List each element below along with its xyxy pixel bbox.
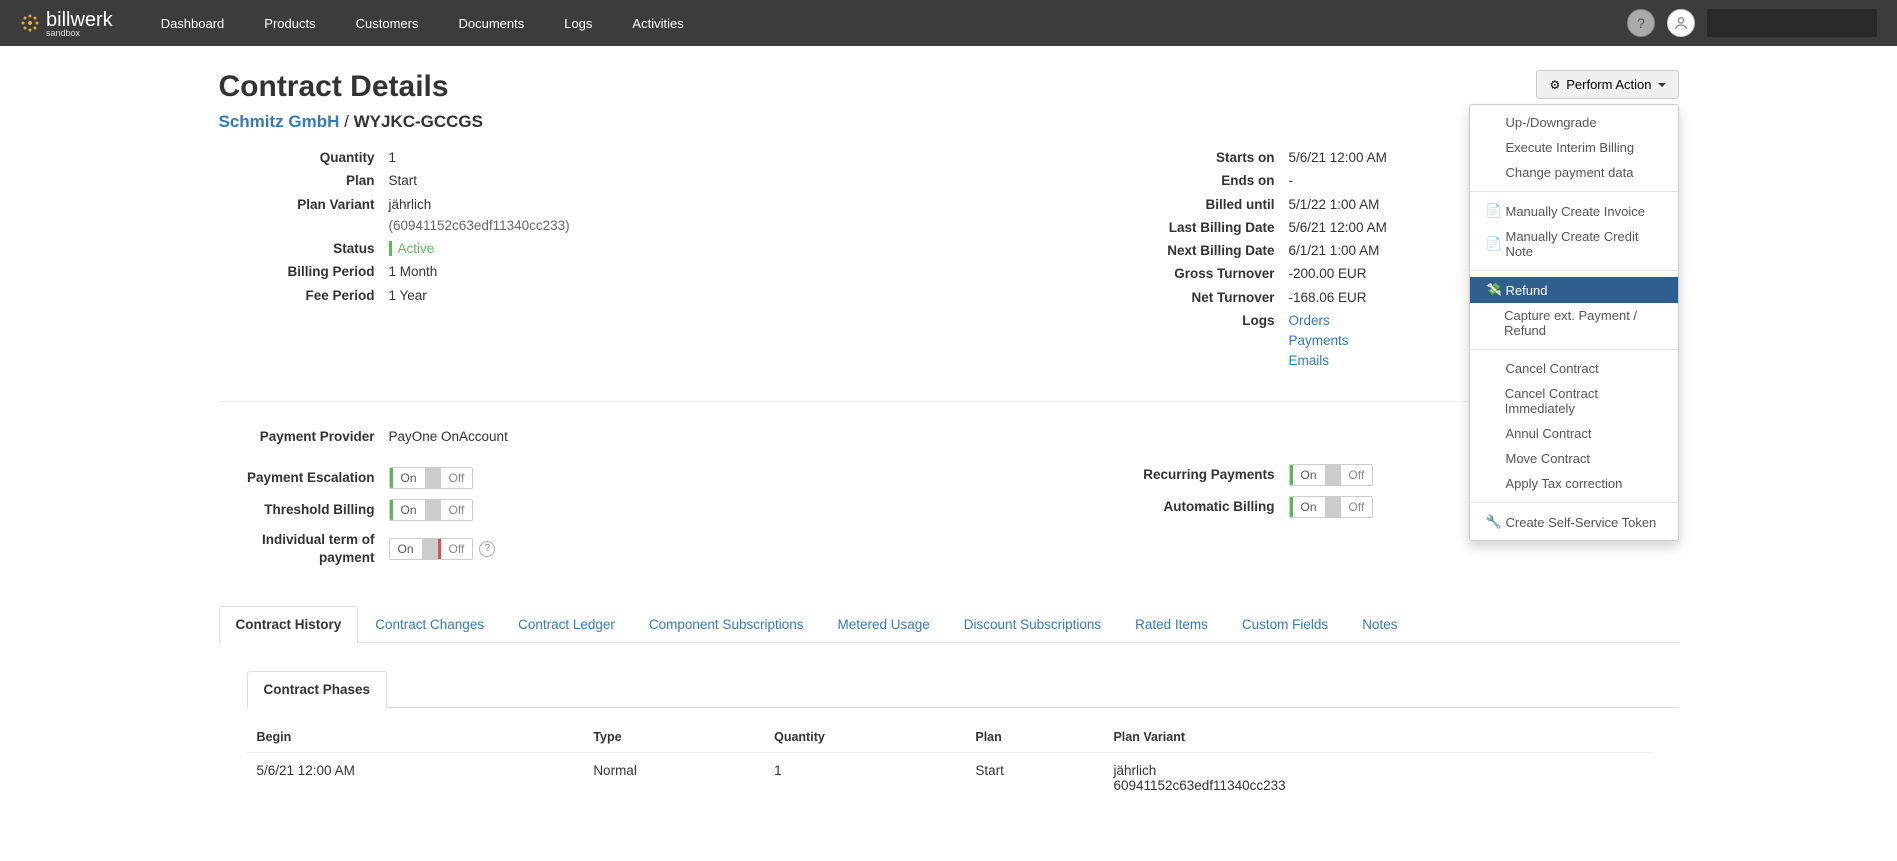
details-left: Quantity1 PlanStart Plan Variantjährlich…: [219, 148, 779, 375]
breadcrumb: Schmitz GmbH / WYJKC-GCCGS: [219, 112, 1679, 132]
action-tax[interactable]: Apply Tax correction: [1470, 471, 1678, 496]
perform-action-wrap: ⚙ Perform Action Up-/Downgrade Execute I…: [1536, 70, 1678, 99]
perform-action-button[interactable]: ⚙ Perform Action: [1536, 70, 1678, 99]
toggle-automatic-billing[interactable]: OnOff: [1289, 496, 1374, 518]
value-billing-period: 1 Month: [389, 262, 779, 282]
dropdown-divider: [1470, 502, 1678, 503]
help-icon[interactable]: ?: [1627, 9, 1655, 37]
contract-code: WYJKC-GCCGS: [354, 112, 483, 131]
action-cancel[interactable]: Cancel Contract: [1470, 356, 1678, 381]
value-variant: jährlich(60941152c63edf11340cc233): [389, 195, 779, 237]
col-plan: Plan: [965, 722, 1103, 753]
nav-right: ?: [1627, 9, 1877, 37]
perform-action-label: Perform Action: [1566, 77, 1651, 92]
logo-icon: [20, 13, 40, 33]
cell-variant: jährlich 60941152c63edf11340cc233: [1103, 753, 1650, 804]
col-quantity: Quantity: [764, 722, 965, 753]
action-create-invoice[interactable]: 📄Manually Create Invoice: [1470, 198, 1678, 224]
refund-icon: 💸: [1486, 282, 1498, 298]
value-quantity: 1: [389, 148, 779, 168]
action-cancel-immediately[interactable]: Cancel Contract Immediately: [1470, 381, 1678, 421]
subtab-contract-phases[interactable]: Contract Phases: [247, 671, 388, 708]
toggle-individual-term[interactable]: OnOff: [389, 538, 474, 560]
col-type: Type: [583, 722, 764, 753]
dropdown-divider: [1470, 349, 1678, 350]
phases-table: Begin Type Quantity Plan Plan Variant 5/…: [247, 722, 1651, 803]
cell-variant-id: 60941152c63edf11340cc233: [1113, 778, 1285, 793]
brand-sub: sandbox: [46, 28, 113, 38]
tabs: Contract History Contract Changes Contra…: [219, 606, 1679, 643]
file-icon: 📄: [1486, 203, 1498, 219]
action-updowngrade[interactable]: Up-/Downgrade: [1470, 110, 1678, 135]
logs-orders-link[interactable]: Orders: [1289, 313, 1330, 328]
value-variant-id: (60941152c63edf11340cc233): [389, 216, 779, 236]
col-variant: Plan Variant: [1103, 722, 1650, 753]
nav-dashboard[interactable]: Dashboard: [143, 2, 243, 45]
tab-discount-subscriptions[interactable]: Discount Subscriptions: [947, 606, 1118, 643]
toggle-payment-escalation[interactable]: OnOff: [389, 467, 474, 489]
nav-products[interactable]: Products: [246, 2, 333, 45]
action-change-payment[interactable]: Change payment data: [1470, 160, 1678, 185]
nav-activities[interactable]: Activities: [614, 2, 701, 45]
tab-contract-ledger[interactable]: Contract Ledger: [501, 606, 632, 643]
action-annul[interactable]: Annul Contract: [1470, 421, 1678, 446]
value-payment-provider: PayOne OnAccount: [389, 429, 508, 444]
tab-custom-fields[interactable]: Custom Fields: [1225, 606, 1345, 643]
avatar-icon[interactable]: [1667, 9, 1695, 37]
dropdown-divider: [1470, 270, 1678, 271]
tab-notes[interactable]: Notes: [1345, 606, 1414, 643]
tab-component-subscriptions[interactable]: Component Subscriptions: [632, 606, 821, 643]
tab-metered-usage[interactable]: Metered Usage: [820, 606, 946, 643]
status-badge: Active: [389, 241, 435, 256]
logs-emails-link[interactable]: Emails: [1289, 353, 1330, 368]
action-interim-billing[interactable]: Execute Interim Billing: [1470, 135, 1678, 160]
col-begin: Begin: [247, 722, 584, 753]
subtabs: Contract Phases: [247, 671, 1679, 708]
nav-documents[interactable]: Documents: [440, 2, 542, 45]
tab-contract-history[interactable]: Contract History: [219, 606, 359, 643]
file-icon: 📄: [1486, 236, 1498, 252]
nav-tail: [1707, 9, 1877, 37]
cell-plan: Start: [965, 753, 1103, 804]
cell-type: Normal: [583, 753, 764, 804]
action-capture[interactable]: Capture ext. Payment / Refund: [1470, 303, 1678, 343]
nav-items: Dashboard Products Customers Documents L…: [143, 2, 702, 45]
cell-quantity: 1: [764, 753, 965, 804]
nav-customers[interactable]: Customers: [338, 2, 437, 45]
toggle-recurring-payments[interactable]: OnOff: [1289, 464, 1374, 486]
help-icon[interactable]: ?: [479, 541, 495, 557]
tab-rated-items[interactable]: Rated Items: [1118, 606, 1225, 643]
cell-begin: 5/6/21 12:00 AM: [247, 753, 584, 804]
value-plan: Start: [389, 171, 779, 191]
logs-payments-link[interactable]: Payments: [1289, 333, 1349, 348]
action-self-service[interactable]: 🔧Create Self-Service Token: [1470, 509, 1678, 535]
nav-logs[interactable]: Logs: [546, 2, 610, 45]
value-fee-period: 1 Year: [389, 286, 779, 306]
caret-down-icon: [1658, 83, 1666, 87]
dropdown-divider: [1470, 191, 1678, 192]
action-create-credit[interactable]: 📄Manually Create Credit Note: [1470, 224, 1678, 264]
brand-logo[interactable]: billwerk sandbox: [20, 9, 113, 38]
action-dropdown: Up-/Downgrade Execute Interim Billing Ch…: [1469, 104, 1679, 541]
action-refund[interactable]: 💸Refund: [1470, 277, 1678, 303]
action-move[interactable]: Move Contract: [1470, 446, 1678, 471]
tab-contract-changes[interactable]: Contract Changes: [358, 606, 501, 643]
table-row[interactable]: 5/6/21 12:00 AM Normal 1 Start jährlich …: [247, 753, 1651, 804]
page-title: Contract Details: [219, 70, 1679, 104]
gear-icon: ⚙: [1549, 78, 1560, 92]
wrench-icon: 🔧: [1486, 514, 1498, 530]
toggle-threshold-billing[interactable]: OnOff: [389, 499, 474, 521]
breadcrumb-customer-link[interactable]: Schmitz GmbH: [219, 112, 340, 131]
top-nav: billwerk sandbox Dashboard Products Cust…: [0, 0, 1897, 46]
